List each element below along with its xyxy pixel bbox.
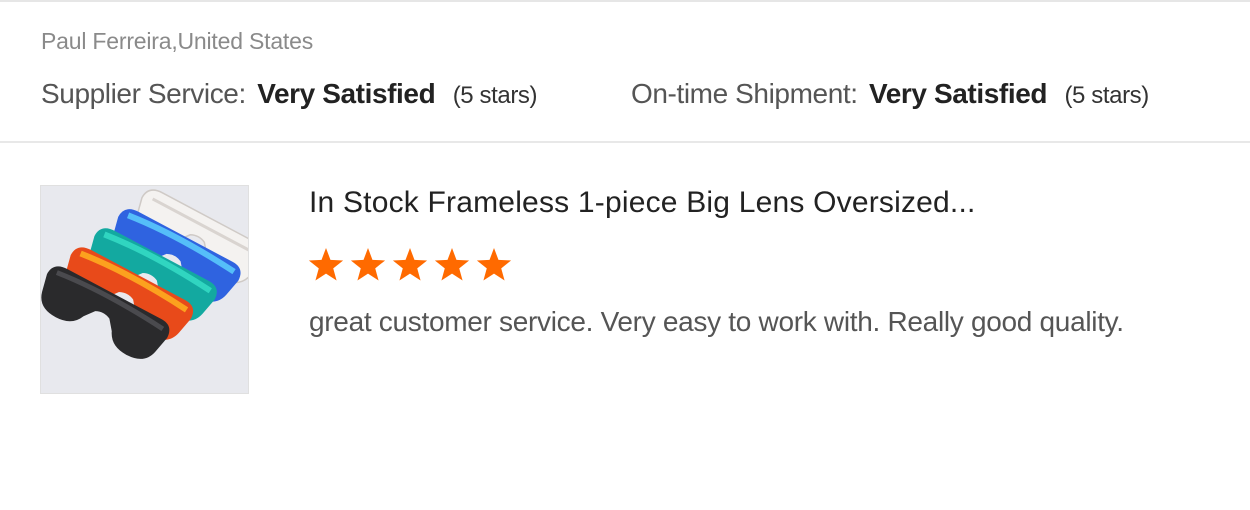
- star-icon: [476, 248, 512, 281]
- section-divider: [0, 141, 1250, 143]
- reviewer-name-location: Paul Ferreira,United States: [41, 28, 314, 54]
- supplier-service-rating: Supplier Service: Very Satisfied (5 star…: [41, 74, 538, 116]
- sunglasses-icon: [41, 186, 248, 393]
- supplier-service-label: Supplier Service:: [41, 78, 246, 109]
- supplier-service-stars-note: (5 stars): [452, 82, 538, 109]
- product-star-rating: [307, 246, 513, 286]
- shipment-label: On-time Shipment:: [631, 78, 858, 109]
- product-image[interactable]: [40, 185, 249, 394]
- star-icon: [434, 248, 470, 281]
- top-divider: [0, 0, 1250, 2]
- product-title-link[interactable]: In Stock Frameless 1-piece Big Lens Over…: [309, 183, 976, 223]
- shipment-value: Very Satisfied: [869, 78, 1048, 109]
- star-icon: [308, 248, 344, 281]
- supplier-service-value: Very Satisfied: [257, 78, 436, 109]
- shipment-rating: On-time Shipment: Very Satisfied (5 star…: [631, 74, 1149, 116]
- star-icon: [392, 248, 428, 281]
- review-comment: great customer service. Very easy to wor…: [309, 306, 1124, 337]
- shipment-stars-note: (5 stars): [1064, 82, 1149, 109]
- star-icon: [350, 248, 386, 281]
